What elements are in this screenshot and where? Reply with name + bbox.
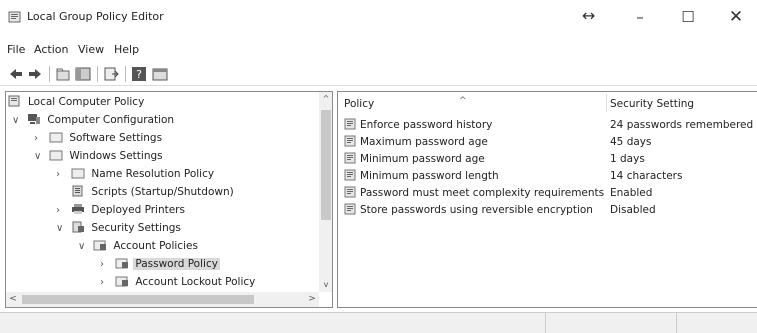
- forward-arrow-icon[interactable]: [27, 66, 43, 82]
- toolbar-separator: [125, 66, 126, 82]
- close-button[interactable]: ✕: [716, 6, 756, 28]
- policy-name: Minimum password length: [360, 170, 499, 182]
- tree-horizontal-scrollbar[interactable]: < >: [6, 292, 319, 307]
- tree-item-software-settings[interactable]: › Software Settings: [34, 131, 164, 149]
- chevron-down-icon[interactable]: ∨: [12, 115, 24, 126]
- menu-action[interactable]: Action: [34, 43, 68, 56]
- table-row[interactable]: Enforce password history 24 passwords re…: [344, 118, 756, 135]
- chevron-right-icon[interactable]: ›: [100, 259, 112, 270]
- back-arrow-icon[interactable]: [8, 66, 24, 82]
- policy-value: 1 days: [610, 153, 645, 165]
- scripts-icon: [72, 185, 83, 197]
- export-list-icon[interactable]: [103, 66, 119, 82]
- chevron-right-icon[interactable]: ›: [56, 205, 68, 216]
- security-icon: [72, 221, 85, 233]
- tree-item-account-lockout-policy[interactable]: › Account Lockout Policy: [100, 275, 257, 293]
- column-divider[interactable]: [606, 94, 607, 112]
- column-header-policy[interactable]: Policy ^: [344, 96, 467, 110]
- printer-icon: [72, 204, 85, 214]
- folder-icon: [49, 132, 63, 143]
- chevron-right-icon[interactable]: ›: [100, 277, 112, 288]
- scroll-down-button[interactable]: v: [319, 278, 332, 292]
- scroll-up-button[interactable]: ^: [319, 92, 332, 106]
- folder-icon: [71, 168, 85, 179]
- scroll-left-button[interactable]: <: [6, 292, 20, 307]
- tree-item-local-computer-policy[interactable]: Local Computer Policy: [8, 95, 146, 113]
- maximize-button[interactable]: ☐: [668, 6, 708, 28]
- menu-help[interactable]: Help: [114, 43, 139, 56]
- chevron-right-icon[interactable]: ›: [34, 133, 46, 144]
- resize-arrows-icon: ↔: [582, 6, 596, 25]
- console-tree[interactable]: Local Computer Policy ∨ Computer Configu…: [5, 91, 333, 308]
- tree-item-computer-configuration[interactable]: ∨ Computer Configuration: [12, 113, 176, 131]
- sort-ascending-icon: ^: [459, 96, 467, 106]
- menu-view[interactable]: View: [78, 43, 104, 56]
- table-row[interactable]: Minimum password age 1 days: [344, 152, 756, 169]
- tree-item-security-settings[interactable]: ∨ Security Settings: [56, 221, 183, 239]
- app-icon: [8, 11, 21, 23]
- policy-folder-icon: [115, 276, 129, 287]
- policy-list[interactable]: Policy ^ Security Setting Enforce passwo…: [337, 91, 757, 308]
- column-header-security-setting[interactable]: Security Setting: [610, 98, 694, 110]
- scroll-thumb[interactable]: [22, 295, 254, 304]
- policy-value: Enabled: [610, 187, 653, 199]
- tree-item-name-resolution-policy[interactable]: › Name Resolution Policy: [56, 167, 216, 185]
- policy-name: Maximum password age: [360, 136, 488, 148]
- table-row[interactable]: Maximum password age 45 days: [344, 135, 756, 152]
- window-title: Local Group Policy Editor: [27, 10, 164, 23]
- policy-value: 45 days: [610, 136, 652, 148]
- menu-bar: File Action View Help: [0, 40, 757, 60]
- svg-text:?: ?: [136, 68, 142, 81]
- tree-item-windows-settings[interactable]: ∨ Windows Settings: [34, 149, 165, 167]
- table-row[interactable]: Password must meet complexity requiremen…: [344, 186, 756, 203]
- scroll-thumb[interactable]: [321, 110, 331, 220]
- chevron-down-icon[interactable]: ∨: [34, 151, 46, 162]
- tree-item-password-policy[interactable]: › Password Policy: [100, 257, 220, 275]
- policy-name: Minimum password age: [360, 153, 485, 165]
- computer-config-icon: [28, 114, 41, 124]
- title-bar: Local Group Policy Editor ↔ – ☐ ✕: [0, 0, 757, 34]
- menu-file[interactable]: File: [7, 43, 25, 56]
- table-row[interactable]: Store passwords using reversible encrypt…: [344, 203, 756, 220]
- up-folder-icon[interactable]: [55, 66, 71, 82]
- table-row[interactable]: Minimum password length 14 characters: [344, 169, 756, 186]
- tree-item-scripts[interactable]: Scripts (Startup/Shutdown): [56, 185, 236, 203]
- tree-item-account-policies[interactable]: ∨ Account Policies: [78, 239, 200, 257]
- policy-setting-icon: [344, 169, 356, 181]
- policy-value: 24 passwords remembered: [610, 119, 754, 131]
- policy-folder-icon: [93, 240, 107, 251]
- policy-name: Store passwords using reversible encrypt…: [360, 204, 593, 216]
- properties-icon[interactable]: [152, 66, 168, 82]
- toolbar-separator: [49, 66, 50, 82]
- toolbar-separator: [97, 66, 98, 82]
- policy-name: Password must meet complexity requiremen…: [360, 187, 605, 199]
- folder-icon: [49, 150, 63, 161]
- toolbar: ?: [0, 62, 757, 86]
- status-divider: [676, 313, 677, 333]
- tree-item-deployed-printers[interactable]: › Deployed Printers: [56, 203, 187, 221]
- chevron-down-icon[interactable]: ∨: [56, 223, 68, 234]
- policy-computer-icon: [8, 95, 20, 107]
- policy-value: Disabled: [610, 204, 656, 216]
- policy-setting-icon: [344, 118, 356, 130]
- tree-vertical-scrollbar[interactable]: ^ v: [319, 92, 332, 292]
- policy-setting-icon: [344, 135, 356, 147]
- help-icon[interactable]: ?: [131, 66, 147, 82]
- policy-setting-icon: [344, 152, 356, 164]
- status-divider: [545, 313, 546, 333]
- chevron-down-icon[interactable]: ∨: [78, 241, 90, 252]
- scroll-right-button[interactable]: >: [305, 292, 319, 307]
- show-hide-tree-icon[interactable]: [75, 66, 91, 82]
- policy-name: Enforce password history: [360, 119, 493, 131]
- minimize-button[interactable]: –: [620, 6, 660, 28]
- policy-folder-icon: [115, 258, 129, 269]
- chevron-right-icon[interactable]: ›: [56, 169, 68, 180]
- policy-value: 14 characters: [610, 170, 683, 182]
- policy-setting-icon: [344, 203, 356, 215]
- status-bar: [0, 312, 757, 333]
- policy-setting-icon: [344, 186, 356, 198]
